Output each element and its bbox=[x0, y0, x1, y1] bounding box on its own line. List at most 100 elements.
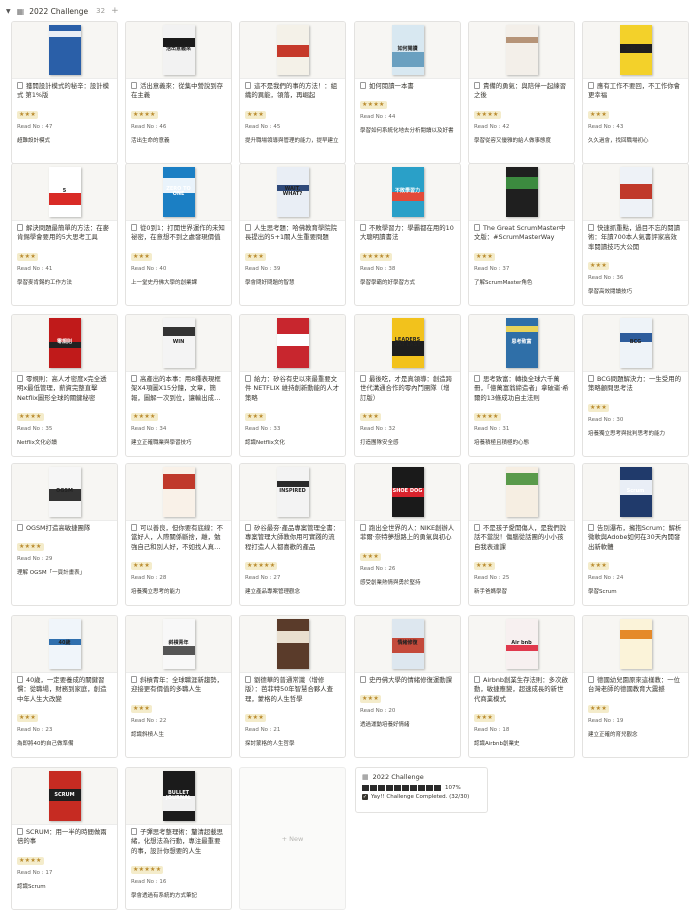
book-card[interactable]: 擁抱人生 應有工作不要回，不工作你會更幸福 ★★★ Read No : 43 久久過會，… bbox=[582, 21, 689, 164]
cover-band bbox=[276, 631, 309, 643]
book-title: 子彈思考整理術：釐清超載思緒，化想法為行動，專注最重要的事，設計你想要的人生 bbox=[131, 828, 224, 855]
book-card[interactable]: 可以善良，但你要有底線：不當好人，人際關係斷捨，離，勉強自己和別人好，不如找人真… bbox=[125, 463, 232, 606]
book-card[interactable]: OGSM OGSM打造高敏捷團隊 ★★★★ Read No : 29 理解 OGSM「一… bbox=[11, 463, 118, 606]
rating-stars: ★★★ bbox=[245, 110, 267, 119]
cover-text bbox=[521, 191, 523, 193]
book-card[interactable]: LEADERS EAT LAST 最後吃，才是真領導：創造跨世代溝通合作的零內鬥團… bbox=[354, 314, 461, 457]
book-note: 理解 OGSM「一頁計畫表」 bbox=[17, 570, 86, 577]
book-card[interactable]: INSPIRED 矽谷最夯·產品專案管理全書：專案管理大師教你用可實踐的流程打造人… bbox=[239, 463, 346, 606]
page-icon bbox=[360, 82, 366, 89]
book-card[interactable]: 不敗學習力 不敗學習力：學霸都在用的10大聰明讀書法 ★★★★★ Read No : … bbox=[354, 163, 461, 306]
read-number: Read No : 34 bbox=[131, 426, 167, 433]
book-card[interactable]: 給力 給力：矽谷有史以來最重要文件 NETFLIX 維持創新動能的人才策略 ★★★ R… bbox=[239, 314, 346, 457]
cover-text bbox=[64, 49, 66, 51]
progress-block bbox=[394, 785, 401, 791]
rating-stars: ★★★★★ bbox=[360, 252, 393, 261]
cover-area bbox=[583, 164, 688, 221]
progress-block bbox=[370, 785, 377, 791]
page-icon bbox=[474, 676, 480, 683]
cover-text: SHOE DOG bbox=[392, 488, 423, 495]
rating-stars: ★★★★ bbox=[131, 110, 158, 119]
book-note: 探討蒙格的人生哲學 bbox=[245, 741, 295, 748]
book-card[interactable]: 情緒修復 史丹佛大學的情緒修復運動課 ★★★ Read No : 20 透過運動培養好情… bbox=[354, 615, 461, 758]
challenge-card[interactable]: ▦ 2022 Challenge 107% ✓ Yay!! Challenge … bbox=[355, 767, 488, 813]
book-card[interactable]: 劉德華的普通常識（增修版）：芭菲特50年智慧合夥人查理，蒙格的人生哲學 ★★★ Re… bbox=[239, 615, 346, 758]
read-number: Read No : 45 bbox=[245, 123, 281, 130]
cover-text: INSPIRED bbox=[279, 488, 306, 495]
read-number: Read No : 32 bbox=[360, 426, 396, 433]
book-card[interactable]: 獲開設計模式的秘辛：設計模式 第1%版 ★★★ Read No : 47 超難設計模式 bbox=[11, 21, 118, 164]
cover-band bbox=[162, 327, 195, 336]
add-item-icon[interactable]: + bbox=[111, 6, 119, 16]
book-card[interactable]: ZERO TO ONE 從0到1：打開世界運作的未知祕密，在意想不到之處發現價值 ★… bbox=[125, 163, 232, 306]
read-number: Read No : 19 bbox=[588, 717, 624, 724]
book-card[interactable]: BCG BCG問題解決力：一生受用的策略顧問思考法 ★★★ Read No : 30 培… bbox=[582, 314, 689, 457]
book-card[interactable]: BULLET JOURNAL 子彈思考整理術：釐清超載思緒，化想法為行動，專注最重… bbox=[125, 767, 232, 910]
book-note: 超難設計模式 bbox=[17, 137, 51, 144]
progress-block bbox=[386, 785, 393, 791]
book-title: 不是孩子愛開傷人，是我們說話不當說！傷腦從話團的小小孩自我表達課 bbox=[474, 524, 567, 551]
book-card[interactable]: 活出意義來 活出意義來：從集中營說到存在主義 ★★★★ Read No : 46 活出生… bbox=[125, 21, 232, 164]
cover-text bbox=[635, 191, 637, 193]
page-icon bbox=[131, 375, 137, 382]
book-card[interactable]: 責備的勇氣：與陪伴一起練習之後 ★★★★ Read No : 42 學習從容又優雅的給… bbox=[468, 21, 575, 164]
book-card[interactable]: The Great ScrumMaster中文版：#ScrumMasterWay… bbox=[468, 163, 575, 306]
book-card[interactable]: 如何閱讀 如何閱讀一本書 ★★★★ Read No : 44 學習如何系統化地去分析閱讀… bbox=[354, 21, 461, 164]
book-note: 新手爸媽學習 bbox=[474, 589, 508, 596]
book-card[interactable]: 這不是我們的事的方法！：組織的異能，領落，再崛起 ★★★ Read No : 45 提… bbox=[239, 21, 346, 164]
read-number: Read No : 29 bbox=[17, 556, 53, 563]
book-cover-image: 給力 bbox=[276, 318, 309, 368]
book-card[interactable]: SHOE DOG 跑出全世界的人：NIKE創辦人菲爾·奈特夢想路上的勇氣與初心 ★★… bbox=[354, 463, 461, 606]
book-title: 劉德華的普通常識（增修版）：芭菲特50年智慧合夥人查理，蒙格的人生哲學 bbox=[245, 676, 334, 703]
book-card[interactable]: WAIT, WHAT? 人生思考題：哈佛教育學院院長提出的5+1關人生重要問題 ★★… bbox=[239, 163, 346, 306]
book-card[interactable]: 零規則 零規則：高人才密度x完全透明x最低管理，薪資完整直擊Netflix圖形全球… bbox=[11, 314, 118, 457]
book-card[interactable]: WIN 高產出的本事：用8種表現框架X4項圖X15分鐘，文章，簡報，圖解一次到位，… bbox=[125, 314, 232, 457]
book-note: 活出生命的意義 bbox=[131, 137, 170, 144]
book-cover-image bbox=[619, 619, 652, 669]
book-card[interactable]: Air bnb Airbnb創業生存法則：多次啟動，敏捷應變，超速成長的新世代商業… bbox=[468, 615, 575, 758]
read-number: Read No : 30 bbox=[588, 416, 624, 423]
book-title: 應有工作不要回，不工作你會更幸福 bbox=[588, 82, 681, 100]
cover-area: ZERO TO ONE bbox=[126, 164, 231, 221]
rating-stars: ★★★ bbox=[588, 110, 610, 119]
cover-area: 情緒修復 bbox=[355, 616, 460, 673]
collapse-caret-icon[interactable]: ▼ bbox=[6, 8, 11, 15]
rating-stars: ★★★ bbox=[17, 252, 39, 261]
page-icon bbox=[474, 524, 480, 531]
cover-band bbox=[505, 326, 538, 332]
book-cover-image bbox=[162, 467, 195, 517]
cover-area bbox=[469, 164, 574, 221]
page-icon bbox=[245, 676, 251, 683]
book-note: 建立產品專案管理觀念 bbox=[245, 589, 301, 596]
rating-stars: ★★★ bbox=[245, 252, 267, 261]
page-icon bbox=[131, 82, 137, 89]
rating-stars: ★★★ bbox=[588, 704, 610, 713]
cover-area bbox=[469, 464, 574, 521]
cover-text: SCRUM bbox=[54, 792, 75, 799]
book-card[interactable]: 斜槓青年 斜槓青年：全球職涯新趨勢，迎接更有價值的多職人生 ★★★ Read No :… bbox=[125, 615, 232, 758]
cover-text bbox=[521, 49, 523, 51]
book-card[interactable]: 不是孩子愛開傷人，是我們說話不當說！傷腦從話團的小小孩自我表達課 ★★★ Read … bbox=[468, 463, 575, 606]
cover-band bbox=[505, 473, 538, 485]
book-card[interactable]: 快速抓重點，過目不忘的閱讀術：年讀700本人氣書評家高效率閱讀技巧大公開 ★★★ R… bbox=[582, 163, 689, 306]
book-title: 跑出全世界的人：NIKE創辦人菲爾·奈特夢想路上的勇氣與初心 bbox=[360, 524, 455, 542]
book-note: 建立正確的育兒觀念 bbox=[588, 731, 638, 738]
book-card[interactable]: 德國幼兒園原來這樣教：一位台灣老師的德國教育大震撼 ★★★ Read No : 19… bbox=[582, 615, 689, 758]
book-card[interactable]: 5 解決問題最簡單的方法：在麥肯錫學會要用的5大思考工具 ★★★ Read No : … bbox=[11, 163, 118, 306]
book-cover-image: 零規則 bbox=[48, 318, 81, 368]
cover-band bbox=[505, 37, 538, 43]
book-card[interactable]: 思考致富 思考致富：轉換全球六千萬冊，「億萬富翁締造者」拿破崙·希爾的13條成功自… bbox=[468, 314, 575, 457]
book-note: 感受創業熱情與勇於堅持 bbox=[360, 579, 421, 586]
book-cover-image bbox=[276, 25, 309, 75]
book-card[interactable]: 40歲 40歲，一定要養成的關鍵習慣：從職場，財務到家庭，創造中年人生大改變 ★★★… bbox=[11, 615, 118, 758]
cover-text: 40歲 bbox=[58, 640, 71, 647]
book-card[interactable]: Scrum 告別瀑布，擁抱Scrum：解析微軟與Adobe如何在30天內開發出新軟… bbox=[582, 463, 689, 606]
new-card-button[interactable]: + New bbox=[239, 767, 346, 910]
board-title[interactable]: 2022 Challenge bbox=[29, 7, 88, 16]
cover-area: 給力 bbox=[240, 315, 345, 372]
cover-band bbox=[276, 45, 309, 57]
cover-area: 斜槓青年 bbox=[126, 616, 231, 673]
book-card[interactable]: SCRUM SCRUM：用一半的時間做兩倍的事 ★★★★ Read No : 17 認識… bbox=[11, 767, 118, 910]
book-title: 可以善良，但你要有底線：不當好人，人際關係斷捨，離，勉強自己和別人好，不如找人真… bbox=[131, 524, 224, 551]
book-note: 認識Airbnb創業史 bbox=[474, 741, 520, 748]
